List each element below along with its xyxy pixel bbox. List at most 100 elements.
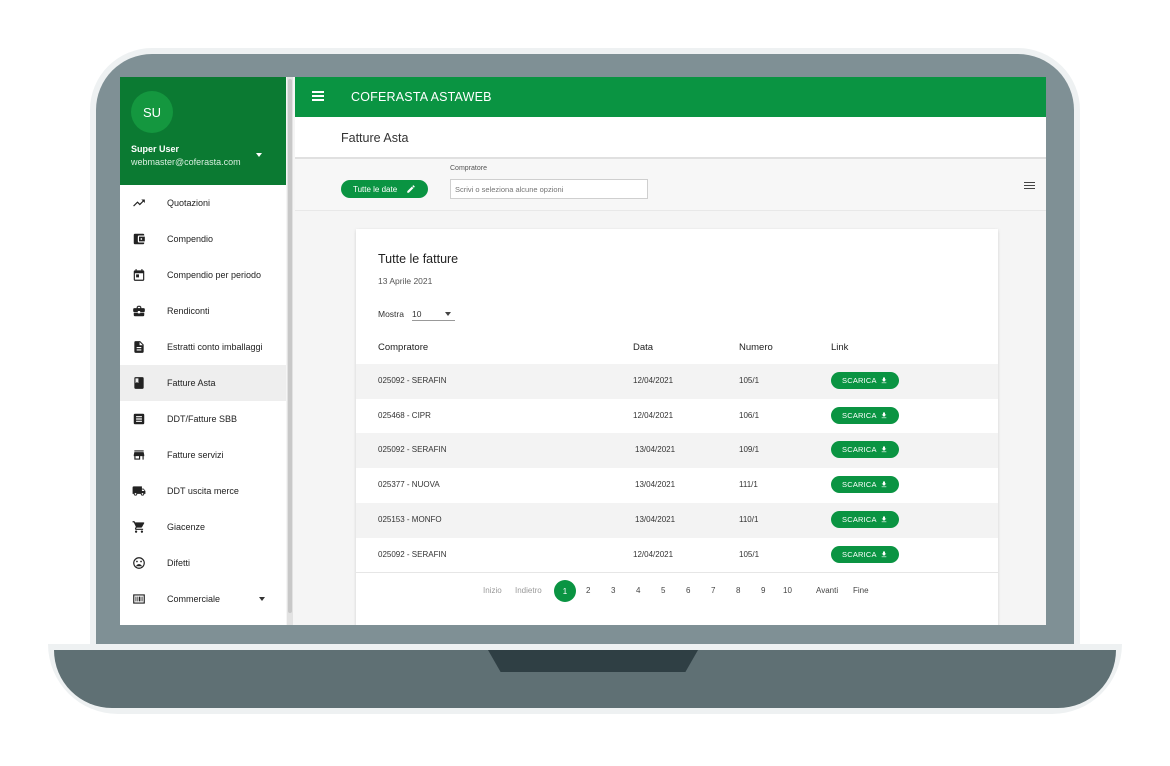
sidebar-scrollbar-thumb[interactable] <box>288 79 292 613</box>
download-icon <box>881 551 887 557</box>
pagination-page[interactable]: 3 <box>611 586 615 595</box>
pagination-last[interactable]: Fine <box>853 586 869 595</box>
column-header-buyer[interactable]: Compratore <box>378 342 428 353</box>
download-label: SCARICA <box>842 514 877 524</box>
store-icon <box>133 450 145 460</box>
sidebar-item-label: DDT uscita merce <box>167 486 239 496</box>
download-icon <box>881 377 887 384</box>
sidebar-item-compendio[interactable]: Compendio <box>120 221 286 257</box>
cell-number: 110/1 <box>739 514 759 524</box>
date-filter-button[interactable]: Tutte le date <box>341 180 428 198</box>
document-icon <box>134 341 144 353</box>
cell-date: 13/04/2021 <box>635 480 676 490</box>
download-button[interactable]: SCARICA <box>831 545 899 563</box>
page-header: Fatture Asta <box>295 117 1046 159</box>
app-bar: COFERASTA ASTAWEB <box>295 77 1046 117</box>
page-title: Fatture Asta <box>341 131 409 145</box>
sidebar-item-quotazioni[interactable]: Quotazioni <box>120 185 286 221</box>
column-header-number[interactable]: Numero <box>739 342 773 353</box>
sidebar-item-fatture-servizi[interactable]: Fatture servizi <box>120 437 286 473</box>
filter-list-icon[interactable] <box>1024 182 1035 190</box>
book-icon <box>134 377 144 389</box>
download-button[interactable]: SCARICA <box>831 476 899 494</box>
app-screen: SU Super User webmaster@coferasta.com Qu… <box>120 77 1046 625</box>
sad-face-icon <box>133 557 145 569</box>
sidebar-item-ddt-uscita-merce[interactable]: DDT uscita merce <box>120 473 286 509</box>
user-email: webmaster@coferasta.com <box>131 157 241 167</box>
pagination-page[interactable]: 8 <box>736 586 740 595</box>
filter-bar: Tutte le date Compratore <box>295 159 1046 211</box>
pagination-first[interactable]: Inizio <box>483 586 502 595</box>
sidebar-item-estratti-conto-imballaggi[interactable]: Estratti conto imballaggi <box>120 329 286 365</box>
app-title: COFERASTA ASTAWEB <box>351 90 492 104</box>
download-button[interactable]: SCARICA <box>831 441 899 459</box>
pagination-page-current[interactable]: 1 <box>554 580 576 602</box>
pagination-page[interactable]: 5 <box>661 586 665 595</box>
table-row: 025092 - SERAFIN 13/04/2021 109/1 SCARICA <box>356 433 998 469</box>
pagination-page[interactable]: 4 <box>636 586 640 595</box>
sidebar-item-commerciale[interactable]: Commerciale <box>120 581 286 617</box>
hamburger-menu-icon[interactable] <box>312 91 324 101</box>
sidebar-item-label: DDT/Fatture SBB <box>167 414 238 424</box>
sidebar-item-label: Compendio per periodo <box>167 270 262 280</box>
cell-number: 105/1 <box>739 549 760 559</box>
cart-icon <box>132 521 145 533</box>
sidebar-item-label: Quotazioni <box>167 198 211 208</box>
cell-date: 12/04/2021 <box>633 376 674 385</box>
download-label: SCARICA <box>842 376 877 385</box>
table-row: 025377 - NUOVA 13/04/2021 111/1 SCARICA <box>356 468 998 503</box>
pagination-page[interactable]: 6 <box>686 586 690 595</box>
sidebar-item-giacenze[interactable]: Giacenze <box>120 509 286 545</box>
pagination-page[interactable]: 7 <box>711 586 715 595</box>
date-filter-label: Tutte le date <box>353 184 398 194</box>
sidebar-item-ddt-fatture-sbb[interactable]: DDT/Fatture SBB <box>120 401 286 437</box>
download-button[interactable]: SCARICA <box>831 510 899 528</box>
sidebar-menu: Quotazioni Compendio Compendio per periodo… <box>120 185 286 617</box>
sidebar-item-label: Rendiconti <box>167 306 210 316</box>
table-row: 025153 - MONFO 13/04/2021 110/1 SCARICA <box>356 502 998 538</box>
barcode-icon <box>133 594 145 604</box>
buyer-filter-label: Compratore <box>450 165 487 172</box>
download-label: SCARICA <box>842 480 877 490</box>
sidebar-item-compendio-per-periodo[interactable]: Compendio per periodo <box>120 257 286 293</box>
table-row: 025468 - CIPR 12/04/2021 106/1 SCARICA <box>356 399 998 434</box>
pagination-divider <box>356 572 998 573</box>
pagination-page[interactable]: 2 <box>586 586 590 595</box>
sidebar-item-label: Commerciale <box>167 594 221 604</box>
cell-buyer: 025377 - NUOVA <box>378 480 440 490</box>
cell-date: 12/04/2021 <box>633 549 674 559</box>
sidebar: SU Super User webmaster@coferasta.com Qu… <box>120 77 286 625</box>
download-button[interactable]: SCARICA <box>831 372 899 389</box>
download-icon <box>881 481 887 488</box>
cell-buyer: 025153 - MONFO <box>378 514 442 524</box>
truck-icon <box>132 486 146 496</box>
avatar[interactable]: SU <box>131 91 173 133</box>
sidebar-item-label: Fatture servizi <box>167 450 224 460</box>
page-size-label: Mostra <box>378 309 404 319</box>
laptop-mockup: SU Super User webmaster@coferasta.com Qu… <box>0 0 1170 766</box>
sidebar-item-label: Fatture Asta <box>167 378 216 388</box>
chevron-down-icon[interactable] <box>256 153 262 157</box>
sidebar-item-fatture-asta[interactable]: Fatture Asta <box>120 365 286 401</box>
download-icon <box>881 446 887 453</box>
download-label: SCARICA <box>842 549 877 559</box>
cell-date: 13/04/2021 <box>635 445 676 455</box>
download-icon <box>881 412 887 418</box>
pagination-prev[interactable]: Indietro <box>515 586 542 595</box>
user-name: Super User <box>131 144 180 154</box>
sidebar-item-label: Giacenze <box>167 522 206 532</box>
sidebar-item-difetti[interactable]: Difetti <box>120 545 286 581</box>
pagination-page[interactable]: 10 <box>783 586 792 595</box>
buyer-filter-input[interactable] <box>450 179 648 199</box>
invoices-card: Tutte le fatture 13 Aprile 2021 Mostra 1… <box>356 229 998 625</box>
page-size-select[interactable]: 10 <box>412 304 455 321</box>
pagination-page[interactable]: 9 <box>761 586 765 595</box>
cell-number: 106/1 <box>739 410 760 420</box>
column-header-date[interactable]: Data <box>633 342 653 353</box>
sidebar-item-rendiconti[interactable]: Rendiconti <box>120 293 286 329</box>
user-panel: SU Super User webmaster@coferasta.com <box>120 77 286 185</box>
download-button[interactable]: SCARICA <box>831 406 899 424</box>
chevron-down-icon <box>259 597 265 601</box>
pagination-next[interactable]: Avanti <box>816 586 838 595</box>
download-icon <box>881 516 887 522</box>
